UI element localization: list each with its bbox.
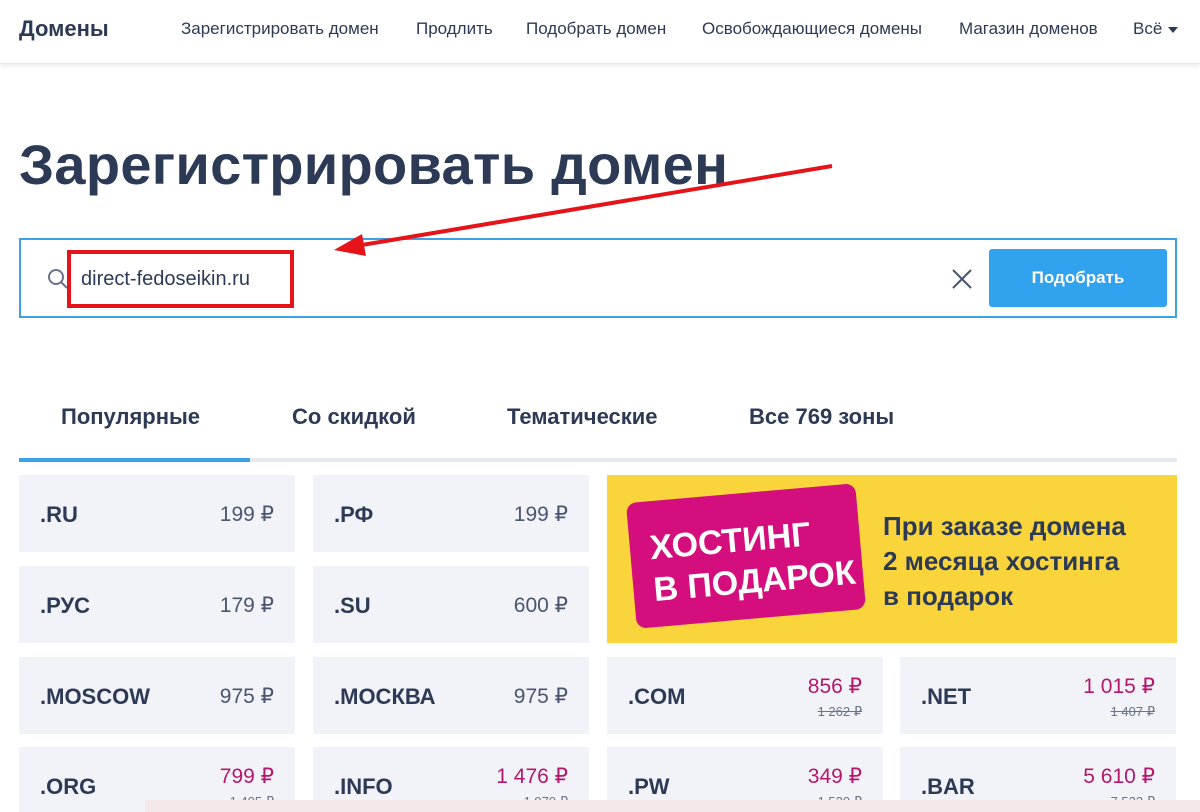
nav-item-pick-domain[interactable]: Подобрать домен	[526, 19, 666, 39]
tab-popular[interactable]: Популярные	[61, 404, 200, 430]
tab-all-zones[interactable]: Все 769 зоны	[749, 404, 894, 430]
zone-name: .ORG	[40, 774, 97, 799]
nav-item-expiring[interactable]: Освобождающиеся домены	[702, 19, 922, 39]
zone-sale-price: 5 610 ₽	[1083, 765, 1155, 788]
tab-discount[interactable]: Со скидкой	[292, 404, 416, 430]
zone-card[interactable]: .РФ 199 ₽	[313, 475, 589, 552]
pick-button[interactable]: Подобрать	[989, 249, 1167, 307]
page-title: Зарегистрировать домен	[19, 133, 729, 196]
zone-sale-price: 1 015 ₽	[1083, 675, 1155, 698]
top-nav-bar: Домены Зарегистрировать домен Продлить П…	[0, 0, 1200, 64]
nav-item-shop[interactable]: Магазин доменов	[959, 19, 1098, 39]
nav-item-register[interactable]: Зарегистрировать домен	[181, 19, 379, 39]
bottom-overlay-strip	[145, 800, 1200, 812]
zone-name: .NET	[921, 684, 972, 709]
domain-search-bar: Подобрать	[19, 238, 1177, 318]
promo-badge-text: ХОСТИНГ В ПОДАРОК	[648, 510, 857, 611]
zone-name: .РФ	[334, 502, 374, 527]
nav-item-all-label: Всё	[1133, 19, 1163, 38]
zone-price: 199 ₽	[513, 503, 568, 526]
zone-sale-price: 1 476 ₽	[496, 765, 568, 788]
zone-old-price: 1 407 ₽	[1110, 704, 1155, 719]
zone-price: 975 ₽	[513, 685, 568, 708]
zone-name: .PW	[628, 774, 670, 799]
hosting-promo-banner[interactable]: ХОСТИНГ В ПОДАРОК При заказе домена 2 ме…	[607, 475, 1177, 643]
search-icon	[48, 269, 68, 289]
zone-name: .RU	[40, 502, 78, 527]
brand-title[interactable]: Домены	[19, 16, 109, 42]
zone-name: .COM	[628, 684, 686, 709]
nav-item-renew[interactable]: Продлить	[416, 19, 493, 39]
zone-sale-price: 856 ₽	[807, 675, 862, 698]
promo-text: При заказе домена 2 месяца хостинга в по…	[883, 509, 1126, 614]
zone-price: 179 ₽	[219, 594, 274, 617]
zone-sale-price: 349 ₽	[807, 765, 862, 788]
zone-card[interactable]: .RU 199 ₽	[19, 475, 295, 552]
nav-item-all[interactable]: Всё	[1133, 19, 1179, 39]
zone-name: .МОСКВА	[334, 684, 436, 709]
zone-card[interactable]: .МОСКВА 975 ₽	[313, 657, 589, 734]
zone-card[interactable]: .MOSCOW 975 ₽	[19, 657, 295, 734]
chevron-down-icon	[1168, 26, 1179, 33]
zone-name: .РУС	[40, 593, 91, 618]
zone-name: .BAR	[921, 774, 975, 799]
promo-badge: ХОСТИНГ В ПОДАРОК	[625, 483, 867, 629]
zone-name: .MOSCOW	[40, 684, 150, 709]
active-tab-indicator	[19, 458, 250, 462]
promo-text-line: 2 месяца хостинга	[883, 546, 1120, 576]
zone-price: 199 ₽	[219, 503, 274, 526]
zone-old-price: 1 262 ₽	[817, 704, 862, 719]
zone-name: .SU	[334, 593, 371, 618]
zone-card[interactable]: .COM 856 ₽ 1 262 ₽	[607, 657, 883, 734]
zone-card[interactable]: .РУС 179 ₽	[19, 566, 295, 643]
zone-card[interactable]: .SU 600 ₽	[313, 566, 589, 643]
zone-price: 600 ₽	[513, 594, 568, 617]
domain-search-input[interactable]	[81, 260, 881, 298]
close-icon[interactable]	[951, 268, 973, 290]
promo-text-line: При заказе домена	[883, 511, 1126, 541]
zone-price: 975 ₽	[219, 685, 274, 708]
zone-sale-price: 799 ₽	[219, 765, 274, 788]
zone-name: .INFO	[334, 774, 393, 799]
zone-card[interactable]: .NET 1 015 ₽ 1 407 ₽	[900, 657, 1176, 734]
zone-tabs: Популярные Со скидкой Тематические Все 7…	[19, 392, 1177, 462]
promo-text-line: в подарок	[883, 581, 1014, 611]
tab-thematic[interactable]: Тематические	[507, 404, 658, 430]
